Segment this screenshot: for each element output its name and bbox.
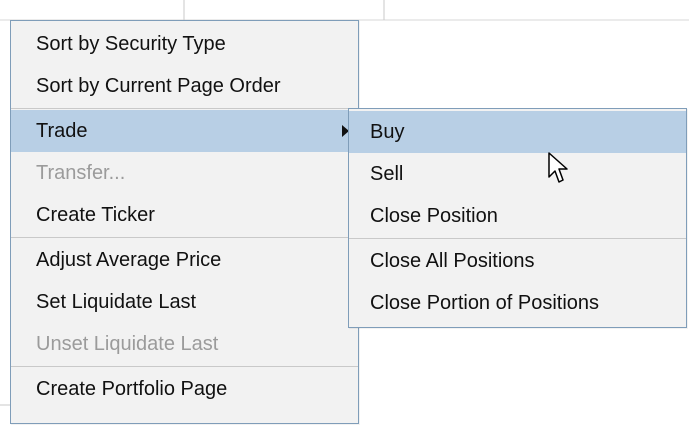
menu-item-sort-by-security-type[interactable]: Sort by Security Type <box>11 23 358 65</box>
menu-item-label: Sort by Current Page Order <box>36 75 281 97</box>
submenu-item-label: Close Portion of Positions <box>370 292 600 314</box>
submenu-item-buy[interactable]: Buy <box>349 111 686 153</box>
menu-separator <box>349 238 686 239</box>
menu-item-label: Create Ticker <box>36 204 155 226</box>
menu-item-label: Set Liquidate Last <box>36 291 197 313</box>
menu-separator <box>11 108 358 109</box>
menu-item-trade[interactable]: Trade <box>11 110 358 152</box>
submenu-item-label: Buy <box>370 121 405 143</box>
submenu-item-close-all-positions[interactable]: Close All Positions <box>349 240 686 282</box>
submenu-item-label: Sell <box>370 163 404 185</box>
menu-item-label: Sort by Security Type <box>36 33 226 55</box>
submenu-item-label: Close All Positions <box>370 250 535 272</box>
menu-separator <box>11 366 358 367</box>
menu-item-unset-liquidate-last: Unset Liquidate Last <box>11 323 358 365</box>
menu-item-create-portfolio-page[interactable]: Create Portfolio Page <box>11 368 358 410</box>
menu-item-label: Create Portfolio Page <box>36 378 228 400</box>
menu-item-label: Adjust Average Price <box>36 249 222 271</box>
portfolio-context-menu: Sort by Security Type Sort by Current Pa… <box>10 20 359 424</box>
submenu-item-sell[interactable]: Sell <box>349 153 686 195</box>
submenu-item-close-position[interactable]: Close Position <box>349 195 686 237</box>
menu-item-set-liquidate-last[interactable]: Set Liquidate Last <box>11 281 358 323</box>
trade-submenu: Buy Sell Close Position Close All Positi… <box>348 108 687 328</box>
menu-item-sort-by-current-page-order[interactable]: Sort by Current Page Order <box>11 65 358 107</box>
menu-item-transfer: Transfer... <box>11 152 358 194</box>
menu-item-create-ticker[interactable]: Create Ticker <box>11 194 358 236</box>
menu-item-label: Unset Liquidate Last <box>36 333 219 355</box>
menu-item-adjust-average-price[interactable]: Adjust Average Price <box>11 239 358 281</box>
menu-separator <box>11 237 358 238</box>
mouse-cursor-icon <box>548 152 568 183</box>
context-menu-screen: Sort by Security Type Sort by Current Pa… <box>0 0 689 426</box>
menu-item-label: Trade <box>36 120 88 142</box>
submenu-item-label: Close Position <box>370 205 498 227</box>
menu-item-label: Transfer... <box>36 162 126 184</box>
submenu-item-close-portion-of-positions[interactable]: Close Portion of Positions <box>349 282 686 324</box>
